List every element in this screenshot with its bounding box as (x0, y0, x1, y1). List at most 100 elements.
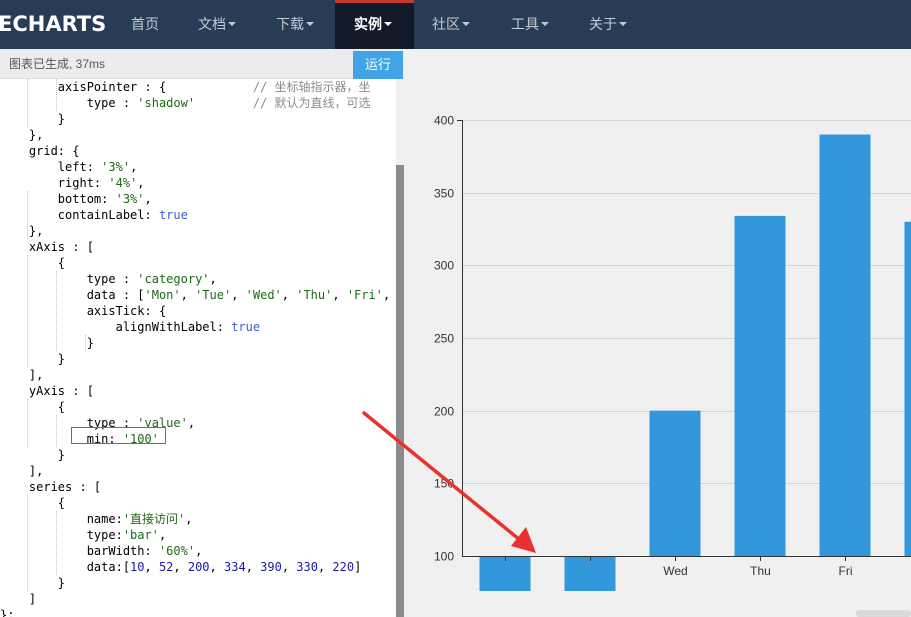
code-token: type: (0, 528, 123, 542)
code-token: left: (0, 160, 102, 174)
code-token: '4%' (108, 176, 138, 190)
code-token: 'Mon' (144, 288, 181, 302)
code-token: , (281, 288, 297, 302)
code-token: axisPointer : { (0, 80, 253, 94)
code-token: ] (0, 592, 37, 606)
code-token: 'bar' (122, 528, 159, 542)
code-token: , (281, 560, 297, 574)
code-token: true (231, 320, 261, 334)
code-line: bottom: '3%', (0, 191, 152, 207)
code-token: type : (0, 272, 138, 286)
code-token: 200 (187, 560, 210, 574)
code-token: '60%' (158, 544, 196, 558)
code-token: , (180, 288, 196, 302)
y-tick-label: 250 (434, 332, 454, 346)
chart-horizontal-scrollbar[interactable] (856, 610, 911, 617)
code-line: xAxis : [ (0, 239, 94, 255)
code-line: } (0, 335, 94, 351)
code-editor[interactable]: axisPointer : { // 坐标轴指示器，坐 type : 'shad… (0, 79, 396, 617)
code-line: axisPointer : { // 坐标轴指示器，坐 (0, 79, 371, 95)
code-token: alignWithLabel: (0, 320, 232, 334)
nav-home[interactable]: 首页 (131, 0, 159, 49)
code-token: data:[ (0, 560, 131, 574)
code-token: 'Thu' (296, 288, 333, 302)
code-token: ] (354, 560, 362, 574)
nav-label: 工具 (511, 16, 539, 32)
code-line: ] (0, 591, 36, 607)
code-line: { (0, 399, 65, 415)
bar-chart: 100 150 200 250 300 350 400 Wed Thu Fri (434, 114, 911, 591)
run-button[interactable]: 运行 (353, 51, 403, 79)
nav-label: 下载 (276, 16, 304, 32)
nav-examples[interactable]: 实例 (335, 0, 414, 49)
code-token: , (173, 560, 188, 574)
code-token: } (0, 112, 66, 126)
nav-download[interactable]: 下载 (276, 0, 314, 49)
code-token: , (185, 512, 193, 526)
code-token: , (382, 288, 391, 302)
code-token: 330 (296, 560, 318, 574)
code-token: , (231, 288, 246, 302)
code-token: ], (0, 464, 44, 478)
code-line: containLabel: true (0, 207, 188, 223)
code-token: } (0, 352, 66, 366)
caret-down-icon (462, 22, 470, 27)
code-token: , (209, 560, 224, 574)
code-token: } (0, 336, 94, 350)
nav-tools[interactable]: 工具 (511, 0, 549, 49)
code-token: , (137, 176, 145, 190)
code-token: }, (0, 128, 44, 142)
code-token: { (0, 496, 66, 510)
code-line: } (0, 111, 65, 127)
code-token: } (0, 576, 66, 590)
nav-docs[interactable]: 文档 (198, 0, 236, 49)
code-token: , (317, 560, 333, 574)
top-navbar: ECHARTS 首页 文档 下载 实例 社区 工具 关于 (0, 0, 911, 49)
code-line: }, (0, 223, 43, 239)
code-token: , (209, 272, 217, 286)
code-line: yAxis : [ (0, 383, 94, 399)
code-line: left: '3%', (0, 159, 138, 175)
nav-label: 关于 (589, 16, 617, 32)
caret-down-icon (306, 22, 314, 27)
code-token: 220 (332, 560, 355, 574)
bar-tue (564, 556, 616, 591)
nav-label: 文档 (198, 16, 226, 32)
code-line: barWidth: '60%', (0, 543, 203, 559)
caret-down-icon (541, 22, 549, 27)
code-token: , (130, 160, 138, 174)
code-token: 'Wed' (245, 288, 282, 302)
code-line: alignWithLabel: true (0, 319, 261, 335)
editor-scrollbar-thumb[interactable] (396, 165, 404, 617)
code-line: type:'bar', (0, 527, 167, 543)
caret-down-icon (619, 22, 627, 27)
bar-sat (904, 221, 911, 556)
code-line: { (0, 495, 65, 511)
code-token: 52 (158, 560, 174, 574)
echarts-logo[interactable]: ECHARTS (0, 12, 106, 36)
code-line: data : ['Mon', 'Tue', 'Wed', 'Thu', 'Fri… (0, 287, 390, 303)
chart-preview-panel: 100 150 200 250 300 350 400 Wed Thu Fri (404, 49, 911, 617)
code-token: '3%' (115, 192, 145, 206)
code-token: , (158, 528, 167, 542)
code-line: data:[10, 52, 200, 334, 390, 330, 220] (0, 559, 362, 575)
code-token: true (158, 208, 188, 222)
code-token: // 坐标轴指示器，坐 (252, 80, 371, 94)
nav-about[interactable]: 关于 (589, 0, 627, 49)
nav-label: 首页 (131, 16, 159, 32)
code-token: 390 (260, 560, 282, 574)
nav-community[interactable]: 社区 (432, 0, 470, 49)
code-token: , (187, 416, 196, 430)
y-tick-label: 350 (434, 187, 454, 201)
code-line: grid: { (0, 143, 80, 159)
code-token: '3%' (101, 160, 131, 174)
caret-down-icon (228, 22, 236, 27)
code-token: { (0, 400, 66, 414)
x-tick-label: Wed (663, 564, 687, 578)
y-tick-label: 100 (434, 550, 454, 564)
code-token: type : (0, 96, 138, 110)
y-tick-label: 150 (434, 477, 454, 491)
code-token: , (245, 560, 261, 574)
x-tick-label: Thu (750, 564, 771, 578)
